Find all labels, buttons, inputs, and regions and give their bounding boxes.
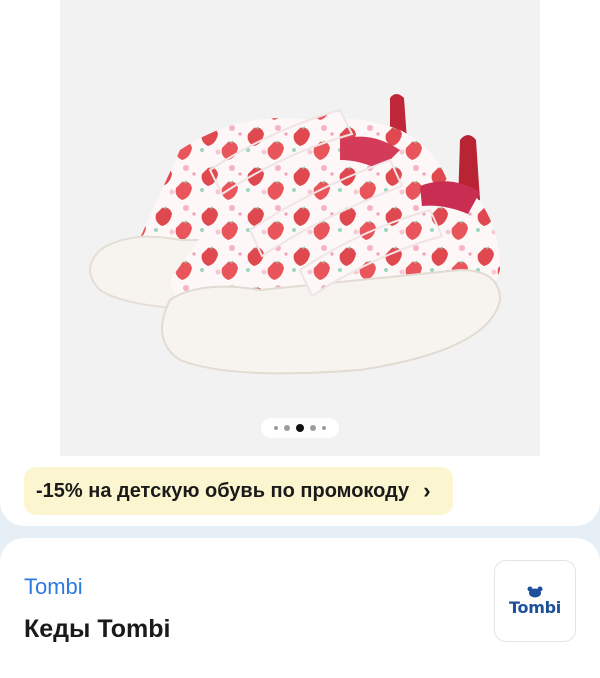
promo-text: -15% на детскую обувь по промокоду bbox=[36, 479, 410, 502]
pagination-dot[interactable] bbox=[274, 426, 278, 430]
brand-link[interactable]: Tombi bbox=[24, 574, 83, 600]
chevron-right-icon: › bbox=[423, 478, 431, 503]
gallery-pagination[interactable] bbox=[261, 418, 339, 438]
pagination-dot-active[interactable] bbox=[296, 424, 304, 432]
pagination-dot[interactable] bbox=[284, 425, 290, 431]
product-gallery-card: -15% на детскую обувь по промокоду › bbox=[0, 0, 600, 526]
pagination-dot[interactable] bbox=[322, 426, 326, 430]
brand-logo-text: Tombi bbox=[509, 597, 561, 617]
sneakers-image bbox=[89, 94, 502, 375]
promo-banner[interactable]: -15% на детскую обувь по промокоду › bbox=[24, 467, 453, 515]
product-image[interactable] bbox=[60, 0, 540, 456]
pagination-dot[interactable] bbox=[310, 425, 316, 431]
bear-icon bbox=[527, 586, 543, 597]
brand-logo[interactable]: Tombi bbox=[494, 560, 576, 642]
product-info-card: Tombi Кеды Tombi Tombi bbox=[0, 538, 600, 678]
product-title: Кеды Tombi bbox=[24, 615, 171, 643]
